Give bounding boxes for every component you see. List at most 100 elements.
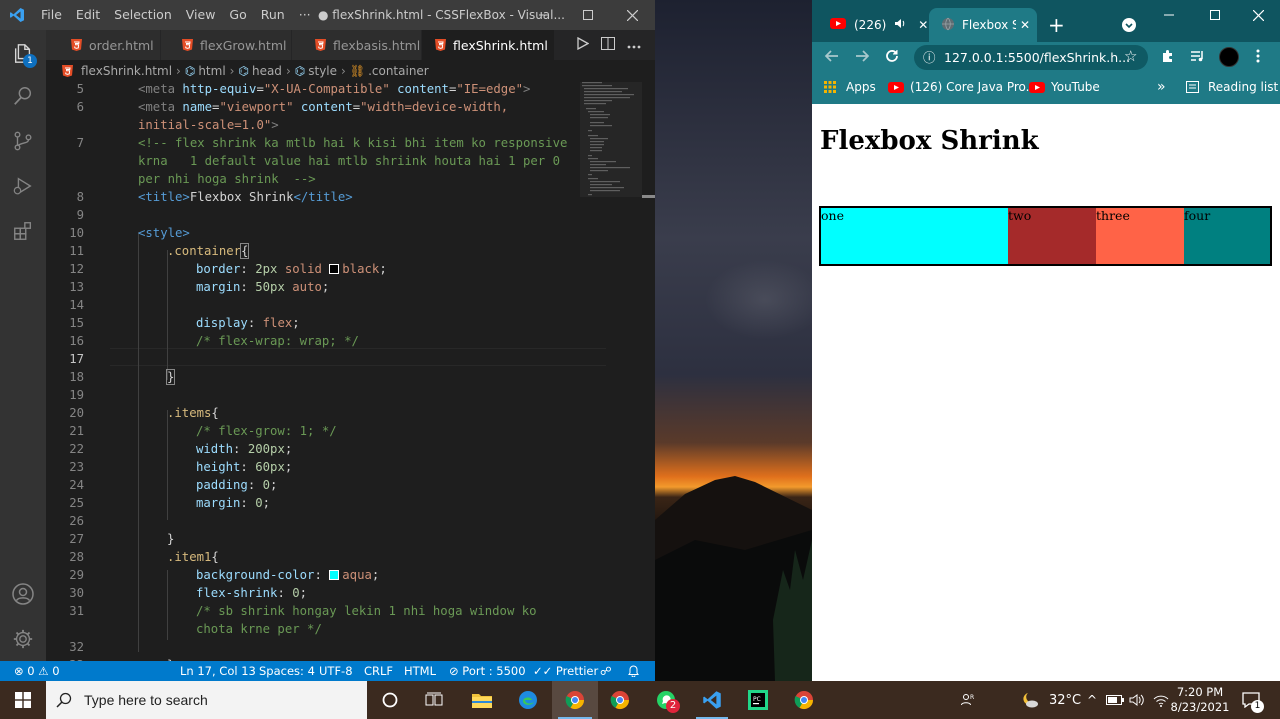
indent-guide	[167, 570, 168, 640]
bookmark-star-icon[interactable]: ☆	[1124, 47, 1137, 65]
search-button[interactable]	[0, 73, 46, 119]
info-icon[interactable]: ⓘ	[923, 45, 936, 70]
reading-list-button[interactable]: Reading list	[1186, 72, 1278, 102]
vertical-scrollbar[interactable]	[642, 82, 655, 661]
new-tab-button[interactable]: +	[1048, 8, 1065, 42]
problems-indicator[interactable]: ⊗ 0 ⚠ 0	[14, 661, 60, 681]
flex-item-four: four	[1184, 208, 1270, 264]
accounts-button[interactable]	[0, 571, 46, 617]
breadcrumb-html[interactable]: html	[198, 64, 225, 78]
volume-icon[interactable]	[1126, 681, 1148, 719]
tab-search-button[interactable]	[1122, 8, 1136, 42]
code-line: width: 200px;	[196, 442, 293, 456]
prettier-status[interactable]: ✓✓ Prettier	[533, 661, 598, 681]
breadcrumb-style[interactable]: style	[308, 64, 337, 78]
back-button[interactable]	[824, 48, 840, 67]
vscode-taskbar-button[interactable]	[690, 681, 734, 719]
speaker-icon[interactable]	[894, 18, 906, 32]
run-debug-button[interactable]	[0, 163, 46, 209]
feedback-icon[interactable]: ☍	[600, 661, 612, 681]
tab-flexgrow-html[interactable]: flexGrow.html	[161, 30, 292, 60]
cursor-position[interactable]: Ln 17, Col 13	[180, 661, 256, 681]
maximize-button[interactable]	[566, 0, 610, 30]
media-control-button[interactable]	[1189, 48, 1205, 67]
color-swatch[interactable]	[329, 264, 340, 274]
start-button[interactable]	[0, 681, 46, 719]
tab-youtube[interactable]: (226) ✕	[820, 8, 930, 42]
chrome-close-button[interactable]	[1253, 0, 1264, 30]
tab-close-icon[interactable]: ✕	[918, 18, 928, 32]
scrollbar-thumb[interactable]	[642, 195, 655, 198]
split-editor-button[interactable]	[601, 36, 615, 54]
indentation-setting[interactable]: Spaces: 4	[259, 661, 315, 681]
more-bookmarks-button[interactable]: »	[1157, 72, 1166, 102]
wifi-icon[interactable]	[1150, 681, 1172, 719]
file-explorer-button[interactable]	[460, 681, 504, 719]
extensions-button[interactable]	[1160, 48, 1176, 67]
bookmark-youtube[interactable]: YouTube	[1029, 72, 1100, 102]
color-swatch[interactable]	[329, 570, 340, 580]
code-editor[interactable]: 5 6 7 8 9 10 11 12 13 14 15 16 17 18 19 20 21 22 23 24 25 26 2…	[46, 82, 606, 661]
clock[interactable]: 7:20 PM 8/23/2021	[1171, 681, 1230, 719]
bookmark-apps[interactable]: Apps	[824, 72, 876, 102]
task-view-button[interactable]	[412, 681, 456, 719]
tab-order-html[interactable]: order.html	[46, 30, 161, 60]
menu-go[interactable]: Go	[222, 0, 253, 30]
chrome-minimize-button[interactable]	[1164, 0, 1174, 30]
reload-button[interactable]	[884, 48, 900, 67]
menu-file[interactable]: File	[34, 0, 69, 30]
breadcrumb-file[interactable]: flexShrink.html	[81, 64, 172, 78]
breadcrumb-head[interactable]: head	[252, 64, 282, 78]
chrome-taskbar-button[interactable]	[598, 681, 642, 719]
tab-flexbox-shrink[interactable]: Flexbox S ✕	[929, 8, 1037, 42]
weather-widget[interactable]: 32°C	[1010, 681, 1090, 719]
run-button[interactable]	[576, 36, 590, 54]
menu-more[interactable]: ···	[292, 0, 318, 30]
menu-view[interactable]: View	[179, 0, 223, 30]
edge-button[interactable]	[506, 681, 550, 719]
chrome-taskbar-button-active[interactable]	[552, 681, 598, 719]
forward-button[interactable]	[854, 48, 870, 67]
tab-flexbasis-html[interactable]: flexbasis.html	[292, 30, 422, 60]
indent-guide	[167, 410, 168, 520]
chrome-maximize-button[interactable]	[1210, 0, 1220, 30]
menu-selection[interactable]: Selection	[107, 0, 179, 30]
encoding-setting[interactable]: UTF-8	[319, 661, 353, 681]
url-text: 127.0.0.1:5500/flexShrink.h...	[944, 50, 1131, 65]
tab-close-icon[interactable]: ✕	[1020, 18, 1030, 32]
taskbar-search[interactable]: Type here to search	[46, 681, 367, 719]
whatsapp-button[interactable]: 2	[644, 681, 688, 719]
live-server-port[interactable]: ⊘ Port : 5500	[449, 661, 526, 681]
profile-avatar[interactable]	[1219, 47, 1239, 67]
people-icon[interactable]: R	[954, 681, 982, 719]
battery-icon[interactable]	[1104, 681, 1126, 719]
action-center-button[interactable]: 1	[1234, 681, 1268, 719]
indent-guide	[167, 250, 168, 380]
bookmark-core-java[interactable]: (126) Core Java Pro...	[888, 72, 1037, 102]
close-button[interactable]	[610, 0, 654, 30]
eol-setting[interactable]: CRLF	[364, 661, 393, 681]
line-number: 7	[76, 136, 84, 150]
more-actions-button[interactable]	[627, 37, 641, 53]
tab-flexshrink-html[interactable]: flexShrink.html	[422, 30, 555, 60]
extensions-button[interactable]	[0, 208, 46, 254]
pycharm-button[interactable]: PC	[736, 681, 780, 719]
manage-button[interactable]	[0, 616, 46, 662]
menu-edit[interactable]: Edit	[69, 0, 107, 30]
youtube-icon	[888, 81, 904, 93]
breadcrumb-container[interactable]: .container	[368, 64, 429, 78]
chrome-menu-button[interactable]	[1256, 48, 1260, 67]
chevron-up-icon[interactable]: ^	[1084, 681, 1100, 719]
menu-run[interactable]: Run	[254, 0, 292, 30]
minimap[interactable]	[580, 82, 642, 661]
bell-icon[interactable]	[628, 661, 639, 681]
language-mode[interactable]: HTML	[404, 661, 436, 681]
address-bar[interactable]: ⓘ 127.0.0.1:5500/flexShrink.h...	[914, 45, 1148, 70]
menu-bar: File Edit Selection View Go Run ···	[34, 0, 318, 30]
source-control-button[interactable]	[0, 118, 46, 164]
explorer-button[interactable]: 1	[0, 30, 46, 76]
cortana-button[interactable]	[368, 681, 412, 719]
play-icon	[577, 36, 590, 50]
chrome-profile-button[interactable]	[782, 681, 826, 719]
minimize-button[interactable]	[522, 0, 566, 30]
